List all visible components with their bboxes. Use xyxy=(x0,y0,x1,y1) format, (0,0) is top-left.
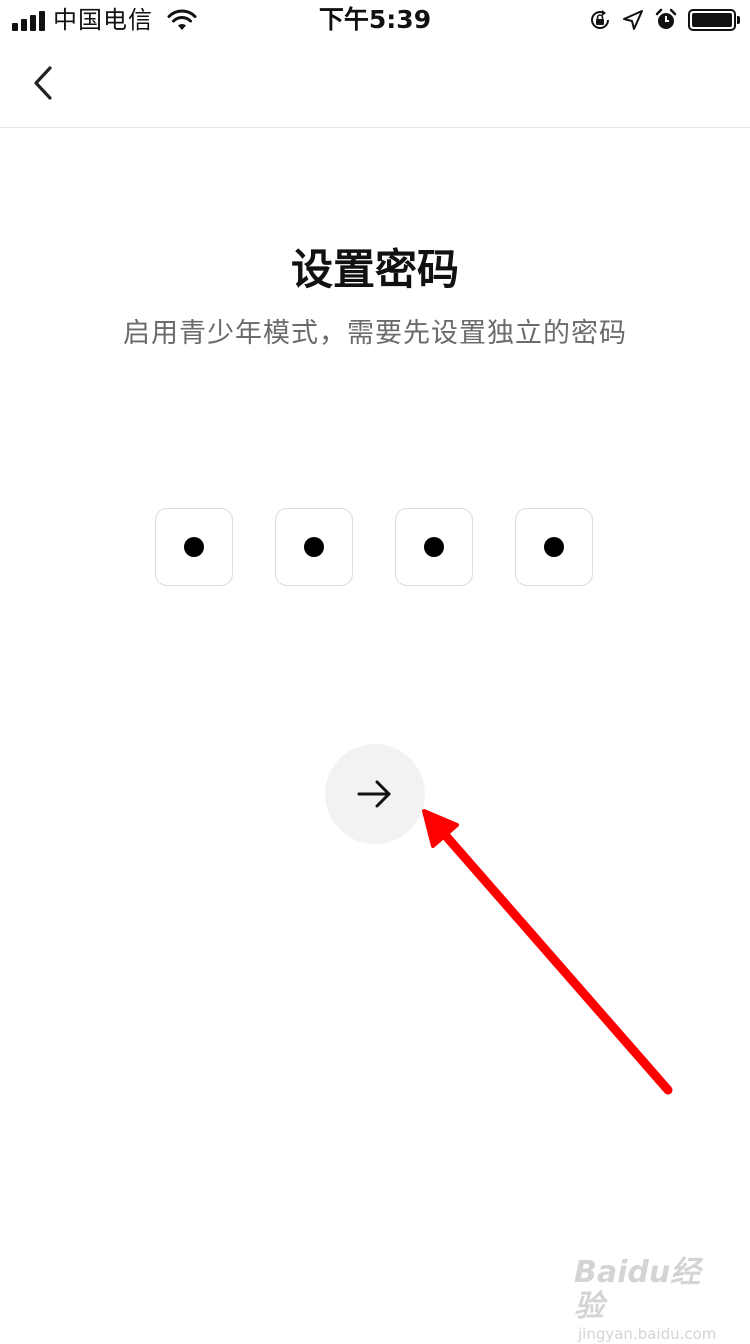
nav-bar xyxy=(0,40,750,128)
location-icon xyxy=(623,10,643,30)
back-button[interactable] xyxy=(24,60,64,106)
status-bar: 中国电信 下午5:39 xyxy=(0,0,750,40)
pin-dot xyxy=(424,537,444,557)
rotation-lock-icon xyxy=(591,10,609,29)
next-button[interactable] xyxy=(325,744,425,844)
pin-digit-1[interactable] xyxy=(155,508,233,586)
pin-dot xyxy=(184,537,204,557)
pin-dot xyxy=(304,537,324,557)
pin-digit-2[interactable] xyxy=(275,508,353,586)
battery-icon xyxy=(688,9,740,31)
chevron-left-icon xyxy=(34,66,52,100)
pin-dot xyxy=(544,537,564,557)
arrow-right-icon xyxy=(357,780,391,808)
page-title: 设置密码 xyxy=(290,245,459,294)
alarm-icon xyxy=(655,8,677,29)
annotation-arrow xyxy=(422,809,673,1095)
pin-digit-3[interactable] xyxy=(395,508,473,586)
status-bar-right xyxy=(588,8,740,32)
baidu-watermark: Baidu经验 jingyan.baidu.com xyxy=(574,1255,724,1344)
watermark-brand: Baidu经验 xyxy=(574,1255,701,1324)
page-subtitle: 启用青少年模式，需要先设置独立的密码 xyxy=(123,318,627,349)
pin-input[interactable] xyxy=(155,508,595,588)
watermark-url: jingyan.baidu.com xyxy=(578,1325,717,1343)
pin-digit-4[interactable] xyxy=(515,508,593,586)
